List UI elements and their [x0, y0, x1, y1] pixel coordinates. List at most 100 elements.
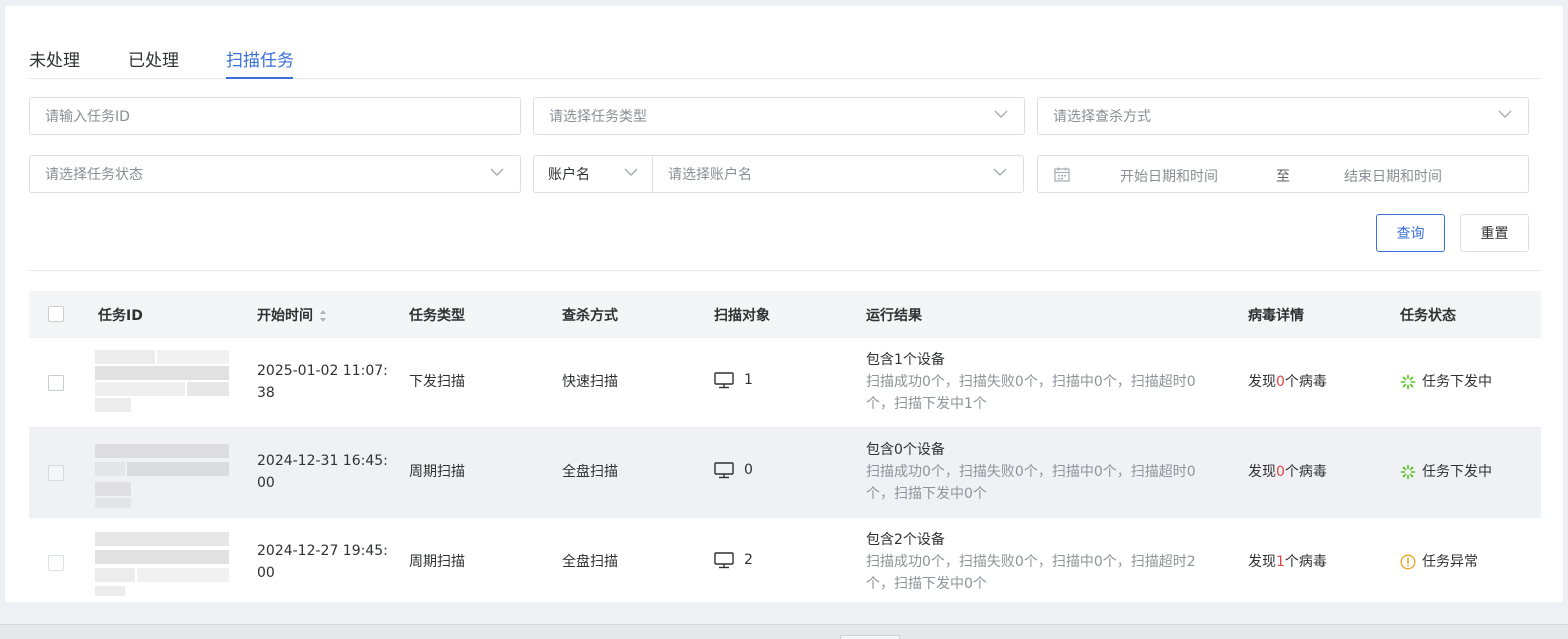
task-type-placeholder: 请选择任务类型 — [549, 109, 647, 125]
chevron-down-icon — [490, 168, 504, 176]
scan-target-cell[interactable]: 1 — [714, 369, 753, 391]
virus-count: 1 — [1276, 554, 1285, 570]
chevron-down-icon — [1498, 110, 1512, 118]
virus-suffix: 个病毒 — [1284, 554, 1327, 570]
start-time-line2: 38 — [257, 385, 275, 401]
result-detail-line1: 扫描成功0个，扫描失败0个，扫描中0个，扫描超时0 — [866, 464, 1196, 480]
scan-task-panel: 未处理 已处理 扫描任务 请输入任务ID 请选择任务类型 请选择查杀方式 请选择… — [5, 6, 1563, 602]
start-time-line2: 00 — [257, 475, 275, 491]
row-checkbox[interactable] — [48, 465, 64, 481]
virus-detail-cell[interactable]: 发现0个病毒 — [1248, 461, 1327, 483]
result-detail-line2: 个，扫描下发中1个 — [866, 396, 987, 412]
task-status-cell: 任务异常 — [1400, 551, 1478, 573]
header-run-result: 运行结果 — [866, 308, 922, 324]
table-header: 任务ID 开始时间 任务类型 查杀方式 扫描对象 运行结果 病毒详情 任务状态 — [29, 291, 1541, 338]
virus-suffix: 个病毒 — [1284, 464, 1327, 480]
header-scan-target: 扫描对象 — [714, 308, 770, 324]
loading-spinner-icon — [1400, 374, 1416, 390]
account-field-label: 账户名 — [548, 167, 590, 183]
start-time-cell: 2024-12-31 16:45: 00 — [257, 450, 388, 494]
task-type-select[interactable]: 请选择任务类型 — [533, 97, 1025, 135]
date-range-picker[interactable]: 开始日期和时间 至 结束日期和时间 — [1037, 155, 1529, 193]
tab-bar: 未处理 已处理 扫描任务 — [29, 44, 1541, 79]
task-type-cell: 周期扫描 — [409, 464, 465, 480]
window-bottom-bar — [0, 624, 1568, 639]
date-separator: 至 — [1276, 169, 1290, 185]
task-id-placeholder: 请输入任务ID — [45, 109, 130, 125]
task-type-cell: 下发扫描 — [409, 374, 465, 390]
table-row[interactable]: 2024-12-31 16:45: 00 周期扫描 全盘扫描 0 包含0个设备 … — [29, 428, 1541, 518]
filter-divider — [29, 270, 1541, 271]
start-time-cell: 2025-01-02 11:07: 38 — [257, 360, 388, 404]
task-status-text: 任务下发中 — [1422, 464, 1492, 480]
scan-target-cell[interactable]: 2 — [714, 549, 753, 571]
virus-count: 0 — [1276, 374, 1285, 390]
select-all-checkbox[interactable] — [48, 306, 64, 322]
scan-target-count: 2 — [744, 552, 753, 568]
tab-processed[interactable]: 已处理 — [128, 46, 179, 71]
date-end-placeholder: 结束日期和时间 — [1344, 169, 1442, 185]
account-field-select[interactable]: 账户名 — [534, 156, 653, 192]
redacted-task-id — [95, 530, 229, 600]
scan-target-count: 1 — [744, 372, 753, 388]
scan-mode-cell: 快速扫描 — [562, 374, 618, 390]
monitor-icon — [714, 551, 734, 568]
virus-prefix: 发现 — [1248, 374, 1276, 390]
redacted-task-id — [95, 440, 229, 510]
virus-detail-cell[interactable]: 发现0个病毒 — [1248, 371, 1327, 393]
scan-mode-select[interactable]: 请选择查杀方式 — [1037, 97, 1529, 135]
task-status-select[interactable]: 请选择任务状态 — [29, 155, 521, 193]
scan-mode-placeholder: 请选择查杀方式 — [1053, 109, 1151, 125]
task-type-cell: 周期扫描 — [409, 554, 465, 570]
result-title: 包含0个设备 — [866, 442, 945, 458]
account-name-select[interactable]: 请选择账户名 — [653, 156, 1023, 192]
table-row[interactable]: 2024-12-27 19:45: 00 周期扫描 全盘扫描 2 包含2个设备 … — [29, 518, 1541, 602]
tab-scan-tasks[interactable]: 扫描任务 — [226, 46, 294, 71]
sort-caret-icon[interactable] — [319, 309, 327, 323]
reset-button[interactable]: 重置 — [1460, 214, 1529, 252]
row-checkbox[interactable] — [48, 375, 64, 391]
active-tab-indicator — [226, 77, 293, 79]
chevron-down-icon — [994, 110, 1008, 118]
task-status-text: 任务下发中 — [1422, 374, 1492, 390]
table-row[interactable]: 2025-01-02 11:07: 38 下发扫描 快速扫描 1 包含1个设备 … — [29, 338, 1541, 428]
calendar-icon — [1054, 167, 1070, 182]
start-time-line2: 00 — [257, 565, 275, 581]
account-placeholder: 请选择账户名 — [668, 167, 752, 183]
start-time-line1: 2024-12-27 19:45: — [257, 543, 388, 559]
result-title: 包含1个设备 — [866, 352, 945, 368]
header-scan-mode: 查杀方式 — [562, 308, 618, 324]
start-time-line1: 2025-01-02 11:07: — [257, 363, 388, 379]
task-status-cell: 任务下发中 — [1400, 371, 1492, 393]
date-start-placeholder: 开始日期和时间 — [1120, 169, 1218, 185]
start-time-cell: 2024-12-27 19:45: 00 — [257, 540, 388, 584]
scan-mode-cell: 全盘扫描 — [562, 554, 618, 570]
run-result-cell: 包含2个设备 扫描成功0个，扫描失败0个，扫描中0个，扫描超时2 个，扫描下发中… — [866, 529, 1196, 595]
header-start-time[interactable]: 开始时间 — [257, 305, 327, 325]
result-title: 包含2个设备 — [866, 532, 945, 548]
chevron-down-icon — [993, 168, 1007, 176]
scan-target-cell[interactable]: 0 — [714, 459, 753, 481]
header-start-time-label: 开始时间 — [257, 308, 313, 324]
task-status-text: 任务异常 — [1422, 554, 1478, 570]
loading-spinner-icon — [1400, 464, 1416, 480]
row-checkbox[interactable] — [48, 555, 64, 571]
header-task-id: 任务ID — [98, 308, 143, 324]
monitor-icon — [714, 461, 734, 478]
result-detail-line1: 扫描成功0个，扫描失败0个，扫描中0个，扫描超时0 — [866, 374, 1196, 390]
scan-mode-cell: 全盘扫描 — [562, 464, 618, 480]
task-status-placeholder: 请选择任务状态 — [45, 167, 143, 183]
warning-circle-icon — [1400, 554, 1416, 570]
chevron-down-icon — [624, 168, 638, 176]
run-result-cell: 包含0个设备 扫描成功0个，扫描失败0个，扫描中0个，扫描超时0 个，扫描下发中… — [866, 439, 1196, 505]
task-id-input[interactable]: 请输入任务ID — [29, 97, 521, 135]
header-virus-detail: 病毒详情 — [1248, 308, 1304, 324]
virus-suffix: 个病毒 — [1284, 374, 1327, 390]
scan-target-count: 0 — [744, 462, 753, 478]
tab-unprocessed[interactable]: 未处理 — [29, 46, 80, 71]
redacted-task-id — [95, 350, 229, 420]
account-filter: 账户名 请选择账户名 — [533, 155, 1024, 193]
query-button[interactable]: 查询 — [1376, 214, 1445, 252]
virus-detail-cell[interactable]: 发现1个病毒 — [1248, 551, 1327, 573]
result-detail-line1: 扫描成功0个，扫描失败0个，扫描中0个，扫描超时2 — [866, 554, 1196, 570]
